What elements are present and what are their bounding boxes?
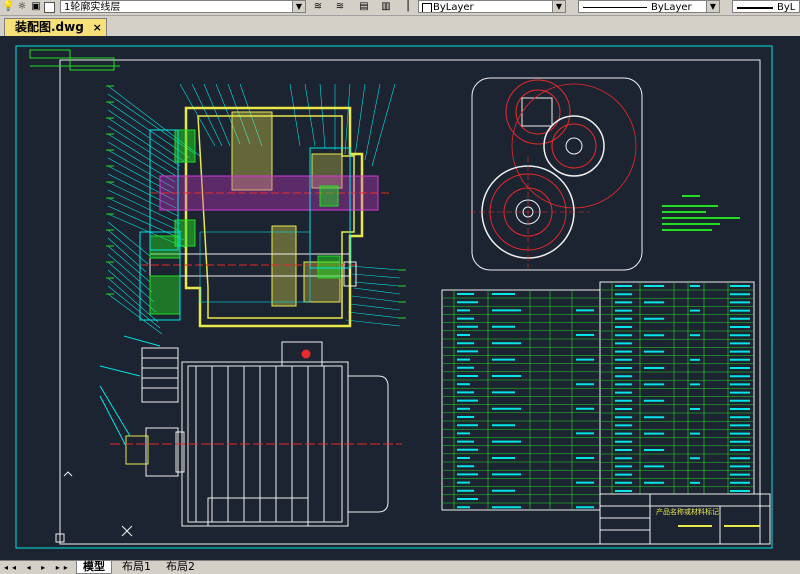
gearbox-section (106, 83, 406, 335)
drawing-canvas[interactable]: 产品名称或材料标记 (0, 36, 800, 560)
document-tab-bar: 装配图.dwg × (0, 16, 800, 36)
color-swatch-icon (44, 2, 55, 13)
match-layer-icon[interactable]: ▤ (358, 1, 370, 13)
sun-icon[interactable]: ☼ (16, 1, 28, 13)
title-block-name: 产品名称或材料标记 (656, 507, 719, 516)
layer-previous-icon[interactable]: ≋ (334, 1, 346, 13)
lightbulb-icon[interactable]: 💡 (2, 1, 14, 13)
tab-layout2[interactable]: 布局2 (160, 561, 201, 573)
gear-view (470, 77, 643, 271)
parts-table: 产品名称或材料标记 (441, 281, 771, 545)
linetype-value: ByLayer (651, 2, 692, 13)
close-icon[interactable]: × (93, 19, 102, 36)
lineweight-dropdown[interactable]: ByL (732, 0, 800, 13)
technical-notes (662, 195, 740, 231)
linetype-preview-icon (583, 7, 647, 8)
chevron-down-icon[interactable]: ▼ (552, 1, 565, 12)
tab-model[interactable]: 模型 (76, 561, 112, 574)
layer-dropdown[interactable]: 1轮廓实线层 ▼ (60, 0, 306, 13)
layout-tab-bar: ◂◂ ◂ ▸ ▸▸ 模型 布局1 布局2 (0, 560, 800, 574)
linetype-dropdown[interactable]: ByLayer ▼ (578, 0, 720, 13)
tab-nav-arrows[interactable]: ◂◂ ◂ ▸ ▸▸ (4, 561, 72, 574)
tab-layout1[interactable]: 布局1 (116, 561, 157, 573)
document-tab[interactable]: 装配图.dwg × (4, 18, 107, 36)
properties-toolbar: 💡 ☼ ▣ 1轮廓实线层 ▼ ≋ ≋ ▤ ▥ ┃ ByLayer ▼ ByLay… (0, 0, 800, 16)
chevron-down-icon[interactable]: ▼ (706, 1, 719, 12)
toolbar-grip-icon: ┃ (404, 1, 412, 12)
lineweight-preview-icon (737, 7, 773, 9)
cad-drawing[interactable]: 产品名称或材料标记 (0, 36, 800, 560)
chevron-down-icon[interactable]: ▼ (292, 1, 305, 12)
color-value: ByLayer (433, 2, 474, 13)
layer-manager-icon[interactable]: ≋ (312, 1, 324, 13)
motor-drawing (99, 335, 402, 527)
layer-name: 1轮廓实线层 (64, 2, 121, 13)
lock-icon[interactable]: ▣ (30, 1, 42, 13)
document-tab-title: 装配图.dwg (15, 20, 84, 34)
lineweight-value: ByL (777, 2, 796, 13)
color-dropdown[interactable]: ByLayer ▼ (418, 0, 566, 13)
ucs-y-label-icon (63, 471, 73, 477)
corner-label-box (29, 49, 71, 59)
color-box-icon (422, 3, 432, 12)
layer-states-icon[interactable]: ▥ (380, 1, 392, 13)
